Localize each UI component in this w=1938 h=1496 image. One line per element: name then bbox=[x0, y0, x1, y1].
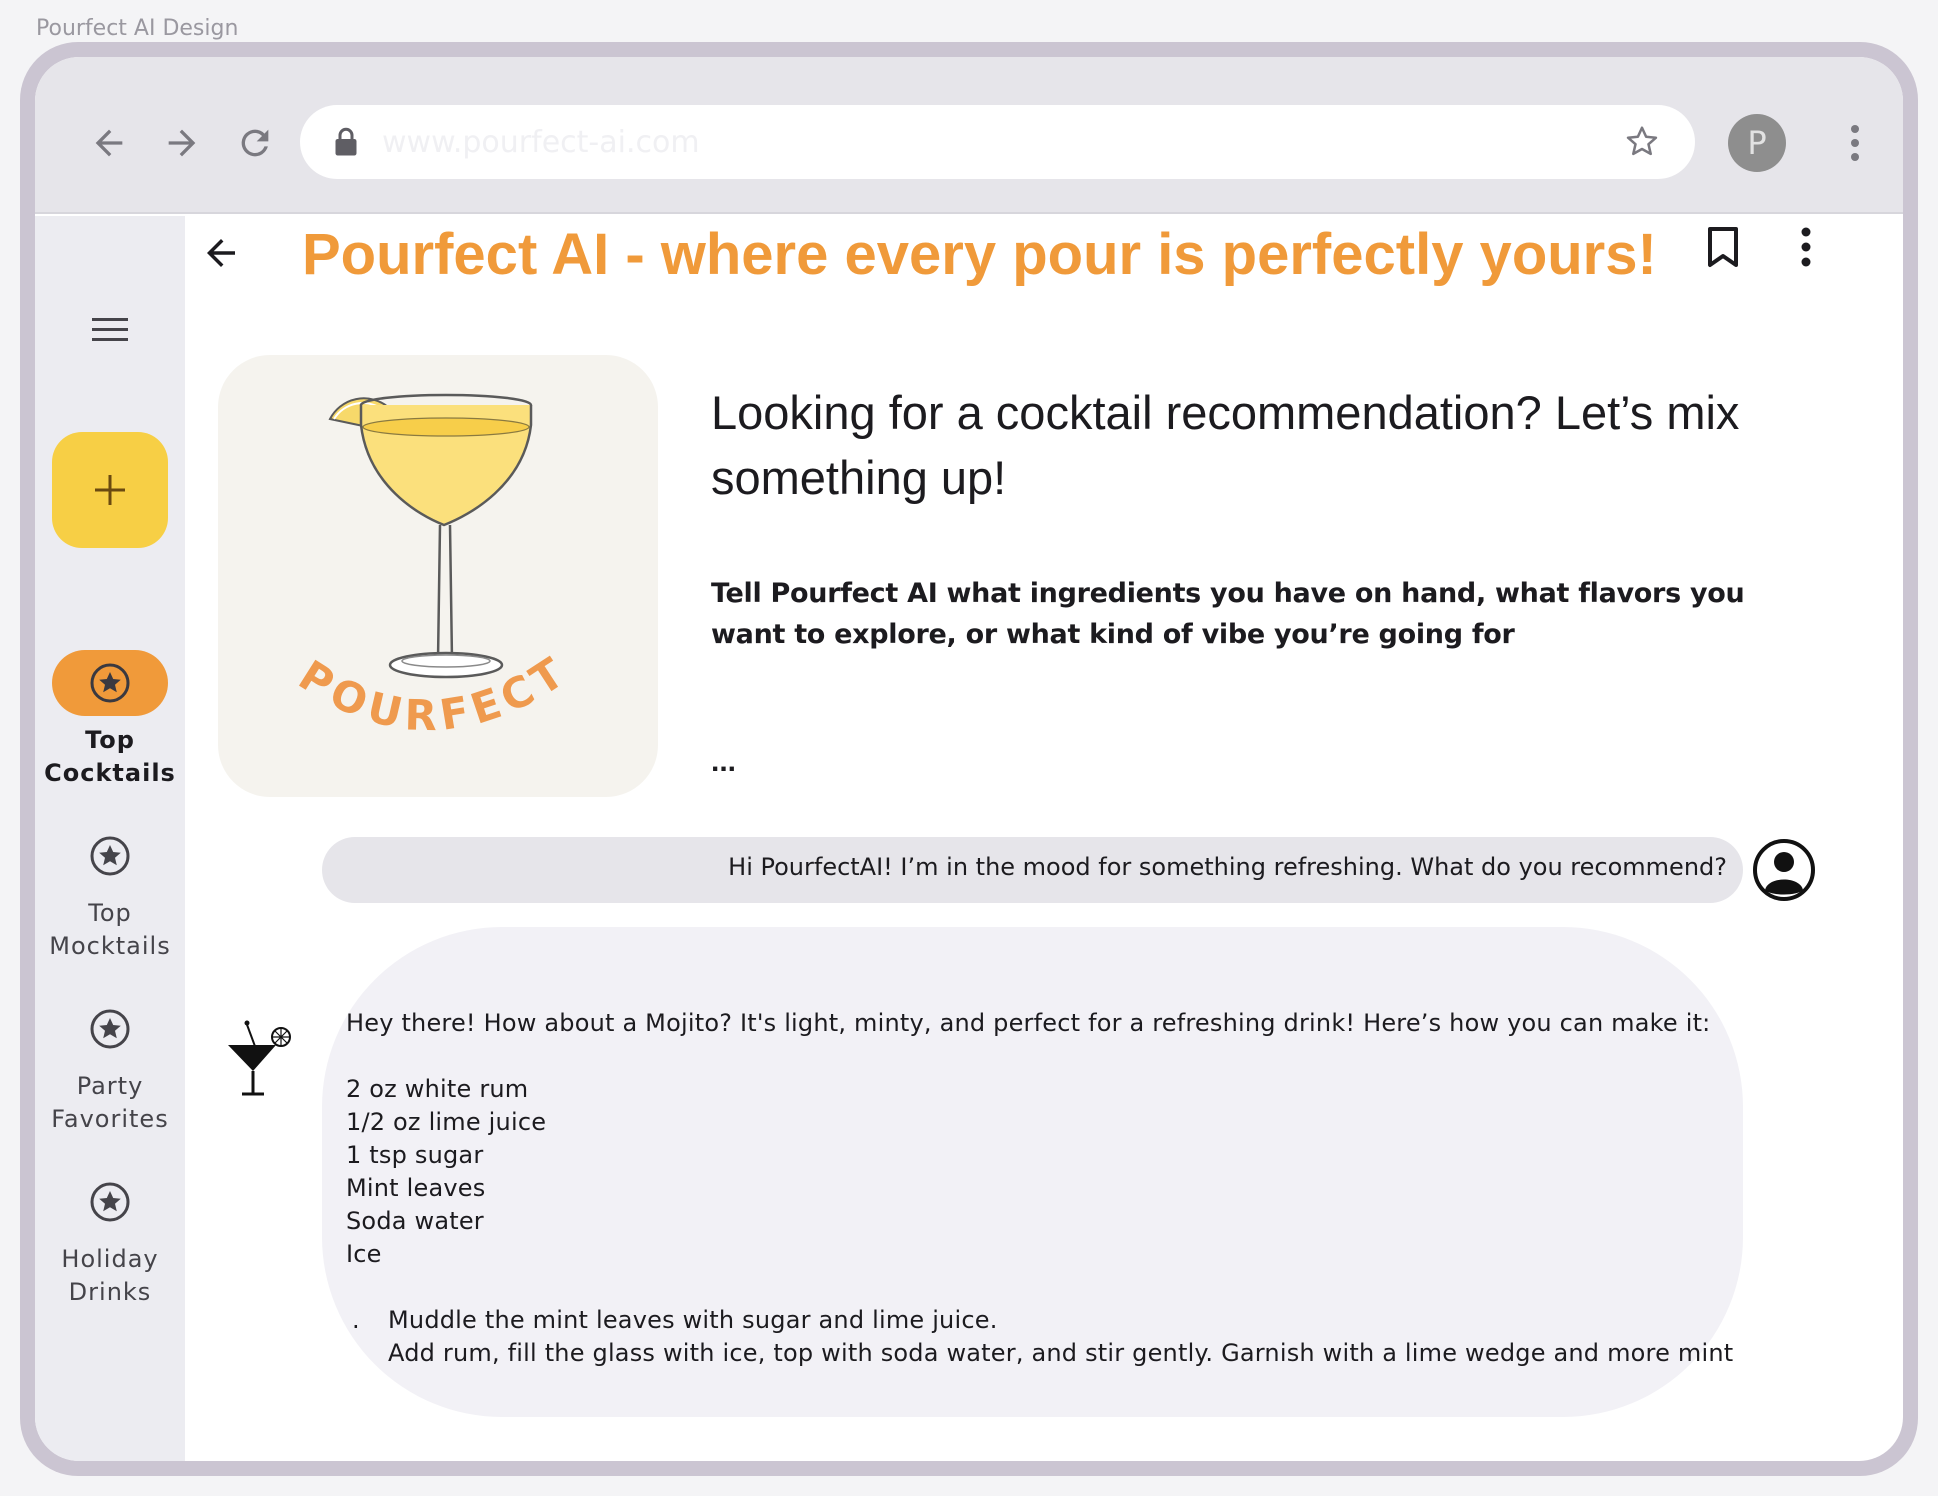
url-text[interactable]: www.pourfect-ai.com bbox=[382, 125, 700, 160]
nav-item-top-mocktails[interactable]: Top Mocktails bbox=[35, 823, 185, 963]
browser-menu-icon[interactable] bbox=[1831, 119, 1879, 167]
navigation-rail: Top Cocktails Top Mocktails Party Favori… bbox=[35, 216, 185, 1461]
star-badge-icon bbox=[90, 663, 130, 703]
nav-item-party-favorites[interactable]: Party Favorites bbox=[35, 996, 185, 1136]
hamburger-menu-icon[interactable] bbox=[90, 314, 130, 349]
star-badge-icon bbox=[90, 836, 130, 876]
star-badge-icon bbox=[90, 1182, 130, 1222]
ingredient-item: 1/2 oz lime juice bbox=[346, 1108, 547, 1136]
page-title: Pourfect AI - where every pour is perfec… bbox=[302, 222, 1657, 287]
step-item: Muddle the mint leaves with sugar and li… bbox=[388, 1306, 998, 1334]
intro-headline: Looking for a cocktail recommendation? L… bbox=[711, 386, 1740, 504]
forward-icon[interactable] bbox=[158, 119, 206, 167]
nav-item-label: Holiday Drinks bbox=[61, 1245, 159, 1306]
nav-pill bbox=[52, 996, 168, 1062]
cocktail-glass-logo: POURFECT AI bbox=[199, 316, 588, 740]
lock-icon bbox=[334, 127, 358, 162]
new-chat-button[interactable] bbox=[52, 432, 168, 548]
star-icon[interactable] bbox=[1623, 123, 1661, 166]
pourfect-logo-card: POURFECT AI bbox=[199, 316, 658, 797]
reload-icon[interactable] bbox=[231, 119, 279, 167]
intro-subtext: Tell Pourfect AI what ingredients you ha… bbox=[711, 578, 1745, 650]
ingredient-item: Mint leaves bbox=[346, 1174, 486, 1202]
nav-item-top-cocktails[interactable]: Top Cocktails bbox=[35, 650, 185, 790]
browser-toolbar: www.pourfect-ai.com P bbox=[35, 57, 1903, 214]
ingredient-item: Ice bbox=[346, 1240, 382, 1268]
user-avatar-icon[interactable] bbox=[1752, 838, 1816, 907]
back-arrow-icon[interactable] bbox=[200, 232, 242, 279]
nav-item-label: Top Cocktails bbox=[44, 726, 176, 787]
ingredient-item: 2 oz white rum bbox=[346, 1075, 529, 1103]
star-badge-icon bbox=[90, 1009, 130, 1049]
bookmark-icon[interactable] bbox=[1706, 226, 1740, 273]
ai-response-text: Hey there! How about a Mojito? It's ligh… bbox=[346, 1007, 1734, 1370]
more-options-icon[interactable] bbox=[1800, 226, 1812, 273]
profile-avatar[interactable]: P bbox=[1728, 114, 1786, 172]
step-item: Add rum, fill the glass with ice, top wi… bbox=[388, 1339, 1734, 1367]
user-message-text: Hi PourfectAI! I’m in the mood for somet… bbox=[728, 853, 1727, 881]
user-message-bubble: Hi PourfectAI! I’m in the mood for somet… bbox=[322, 837, 1743, 903]
nav-item-holiday-drinks[interactable]: Holiday Drinks bbox=[35, 1169, 185, 1309]
cocktail-bot-icon bbox=[226, 1017, 298, 1104]
ingredient-item: 1 tsp sugar bbox=[346, 1141, 484, 1169]
nav-pill bbox=[52, 650, 168, 716]
nav-pill bbox=[52, 823, 168, 889]
nav-item-label: Party Favorites bbox=[51, 1072, 169, 1133]
instruction-steps: . Muddle the mint leaves with sugar and … bbox=[346, 1304, 1734, 1370]
nav-item-label: Top Mocktails bbox=[49, 899, 171, 960]
address-bar[interactable]: www.pourfect-ai.com bbox=[300, 105, 1695, 179]
ingredient-item: Soda water bbox=[346, 1207, 484, 1235]
back-icon[interactable] bbox=[85, 119, 133, 167]
ai-intro-text: Hey there! How about a Mojito? It's ligh… bbox=[346, 1009, 1711, 1037]
nav-pill bbox=[52, 1169, 168, 1235]
typing-ellipsis: ... bbox=[711, 745, 737, 778]
step-marker: . bbox=[352, 1306, 360, 1334]
plus-icon bbox=[95, 475, 125, 505]
design-frame-label: Pourfect AI Design bbox=[36, 16, 239, 41]
